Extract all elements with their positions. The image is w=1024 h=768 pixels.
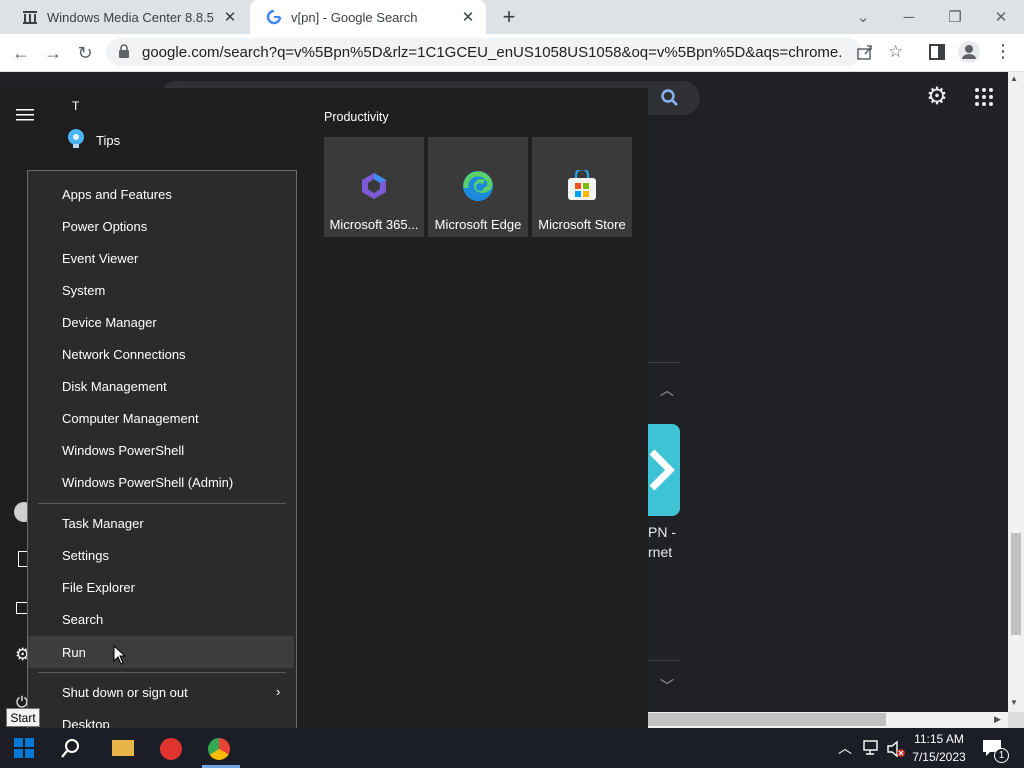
menu-kebab-icon[interactable]: ⋮ xyxy=(994,41,1012,63)
tab-title: Windows Media Center 8.8.5 : M xyxy=(47,9,216,25)
divider xyxy=(648,362,680,363)
google-g-icon xyxy=(266,9,282,25)
divider xyxy=(648,660,680,661)
taskbar-app-icon[interactable] xyxy=(160,738,182,760)
scroll-corner xyxy=(1008,712,1024,728)
archive-icon xyxy=(22,9,38,25)
menu-separator xyxy=(38,672,286,673)
reload-icon[interactable]: ↻ xyxy=(72,40,98,66)
apps-grid-icon[interactable] xyxy=(974,87,994,107)
scroll-right-arrow-icon[interactable]: ▶ xyxy=(994,714,1001,725)
letter-header[interactable]: T xyxy=(72,99,79,113)
tile-group-title[interactable]: Productivity xyxy=(324,110,389,124)
tile-microsoft-edge[interactable]: Microsoft Edge xyxy=(428,137,528,237)
tile-microsoft-store[interactable]: Microsoft Store xyxy=(532,137,632,237)
side-panel-icon[interactable] xyxy=(929,44,945,60)
windows-start-icon[interactable] xyxy=(14,738,34,758)
search-icon[interactable] xyxy=(660,88,680,108)
result-text-fragment: PN - xyxy=(648,524,676,540)
share-icon[interactable] xyxy=(856,43,874,61)
url-text: google.com/search?q=v%5Bpn%5D&rlz=1C1GCE… xyxy=(142,44,842,61)
settings-gear-icon[interactable]: ⚙ xyxy=(924,84,950,110)
menu-item-windows-powershell[interactable]: Windows PowerShell xyxy=(28,434,294,466)
tile-microsoft-365[interactable]: Microsoft 365... xyxy=(324,137,424,237)
menu-item-event-viewer[interactable]: Event Viewer xyxy=(28,242,294,274)
edge-icon xyxy=(461,169,495,203)
volume-muted-icon[interactable] xyxy=(886,740,906,758)
chevron-down-icon[interactable]: ﹀ xyxy=(660,676,674,696)
tips-lightbulb-icon xyxy=(64,127,88,151)
forward-arrow-icon[interactable]: → xyxy=(40,40,66,66)
chevron-up-icon[interactable]: ︿ xyxy=(660,380,674,400)
menu-item-windows-powershell-admin[interactable]: Windows PowerShell (Admin) xyxy=(28,466,294,498)
menu-item-settings[interactable]: Settings xyxy=(28,539,294,571)
menu-item-file-explorer[interactable]: File Explorer xyxy=(28,571,294,603)
mouse-cursor-icon xyxy=(113,644,127,665)
lock-icon[interactable] xyxy=(118,44,132,60)
submenu-chevron-right-icon: › xyxy=(276,684,281,699)
tab-search-icon[interactable]: ⌄ xyxy=(840,0,886,34)
notification-count-badge: 1 xyxy=(994,748,1009,763)
menu-item-computer-management[interactable]: Computer Management xyxy=(28,402,294,434)
store-icon xyxy=(565,169,599,203)
horizontal-scroll-thumb[interactable] xyxy=(648,713,886,726)
menu-item-power-options[interactable]: Power Options xyxy=(28,210,294,242)
menu-item-disk-management[interactable]: Disk Management xyxy=(28,370,294,402)
chrome-taskbar-icon[interactable] xyxy=(208,738,230,760)
vpn-app-icon[interactable] xyxy=(648,424,680,516)
menu-item-task-manager[interactable]: Task Manager xyxy=(28,507,294,539)
profile-avatar-icon[interactable] xyxy=(958,41,980,63)
new-tab-button[interactable]: + xyxy=(496,4,522,29)
bookmark-star-icon[interactable]: ☆ xyxy=(888,42,908,62)
menu-item-device-manager[interactable]: Device Manager xyxy=(28,306,294,338)
tile-label: Microsoft Edge xyxy=(434,217,522,232)
menu-item-network-connections[interactable]: Network Connections xyxy=(28,338,294,370)
menu-item-run[interactable]: Run xyxy=(28,636,294,668)
tile-label: Microsoft Store xyxy=(538,217,626,232)
start-tooltip: Start xyxy=(6,708,40,727)
menu-item-search[interactable]: Search xyxy=(28,603,294,635)
scroll-up-arrow-icon[interactable]: ▲ xyxy=(1010,74,1018,83)
menu-separator xyxy=(38,503,286,504)
menu-item-shut-down-or-sign-out[interactable]: Shut down or sign out xyxy=(28,676,294,708)
vertical-scroll-thumb[interactable] xyxy=(1011,533,1021,635)
tile-label: Microsoft 365... xyxy=(329,217,419,232)
taskbar-search-icon[interactable] xyxy=(60,737,82,759)
taskbar-clock-date[interactable]: 7/15/2023 xyxy=(910,750,968,764)
result-text-fragment: rnet xyxy=(648,544,673,560)
microsoft-365-icon xyxy=(357,169,391,203)
file-explorer-taskbar-icon[interactable] xyxy=(112,740,134,756)
hamburger-menu-icon[interactable] xyxy=(16,108,34,122)
tips-app-label[interactable]: Tips xyxy=(96,133,120,148)
back-arrow-icon[interactable]: ← xyxy=(8,40,34,66)
tab-google-search[interactable]: v[pn] - Google Search ✕ xyxy=(250,0,486,34)
restore-button[interactable]: ❐ xyxy=(932,0,978,34)
close-tab-icon[interactable]: ✕ xyxy=(222,9,238,26)
close-tab-icon[interactable]: ✕ xyxy=(460,9,476,26)
scroll-down-arrow-icon[interactable]: ▼ xyxy=(1010,698,1018,707)
tab-title: v[pn] - Google Search xyxy=(291,9,418,25)
taskbar-clock-time[interactable]: 11:15 AM xyxy=(912,732,966,746)
network-icon[interactable] xyxy=(862,740,880,756)
menu-item-system[interactable]: System xyxy=(28,274,294,306)
minimize-button[interactable]: ─ xyxy=(886,0,932,34)
tab-windows-media-center[interactable]: Windows Media Center 8.8.5 : M ✕ xyxy=(6,0,248,34)
close-window-button[interactable]: ✕ xyxy=(978,0,1024,34)
menu-item-apps-and-features[interactable]: Apps and Features xyxy=(28,178,294,210)
show-hidden-icons-chevron-icon[interactable]: ︿ xyxy=(838,738,852,758)
